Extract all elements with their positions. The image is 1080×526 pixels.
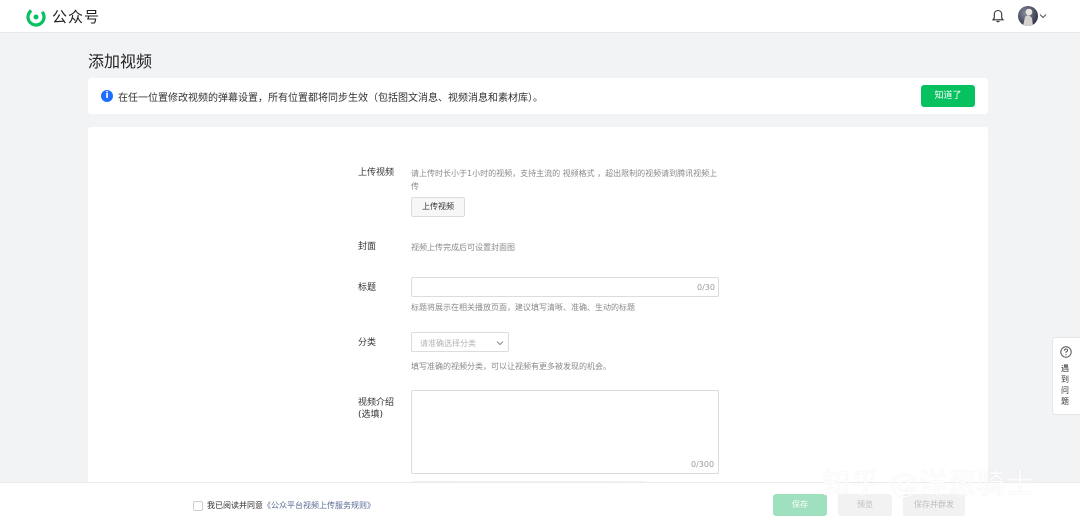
- chevron-down-icon: [496, 341, 504, 346]
- page-title: 添加视频: [88, 52, 153, 71]
- got-it-button[interactable]: 知道了: [921, 85, 975, 107]
- avatar-image: [1023, 8, 1033, 26]
- chevron-down-icon[interactable]: [1039, 12, 1047, 20]
- category-label: 分类: [358, 338, 377, 348]
- upload-video-label: 上传视频: [358, 168, 395, 178]
- agree-text: 我已阅读并同意《公众平台视频上传服务规则》: [207, 500, 375, 511]
- service-rules-link[interactable]: 《公众平台视频上传服务规则》: [263, 501, 375, 510]
- help-text: 遇到问题: [1061, 364, 1069, 406]
- intro-optional-label: (选填): [358, 410, 384, 420]
- app-name: 公众号: [52, 8, 101, 26]
- category-placeholder: 请准确选择分类: [420, 339, 476, 348]
- avatar[interactable]: [1018, 6, 1038, 26]
- notice-text: 在任一位置修改视频的弹幕设置，所有位置都将同步生效（包括图文消息、视频消息和素材…: [118, 93, 543, 104]
- upload-video-desc-line2: 传: [411, 182, 419, 191]
- wechat-official-account-logo-icon: [26, 6, 46, 27]
- intro-counter: 0/300: [691, 460, 715, 469]
- title-hint: 标题将展示在相关播放页面，建议填写清晰、准确、生动的标题: [411, 303, 635, 312]
- title-input[interactable]: 0/30: [411, 277, 719, 297]
- cover-desc: 视频上传完成后可设置封面图: [411, 243, 515, 252]
- agree-prefix: 我已阅读并同意: [207, 501, 263, 510]
- agree-checkbox[interactable]: [193, 501, 203, 511]
- title-counter: 0/30: [697, 283, 715, 292]
- upload-video-desc-line1: 请上传时长小于1小时的视频，支持主流的 视频格式 ，超出限制的视频请到腾讯视频上: [411, 169, 718, 178]
- category-select[interactable]: 请准确选择分类: [411, 332, 509, 352]
- watermark: 知乎 @洋葱骑士: [822, 467, 1035, 500]
- title-label: 标题: [358, 283, 377, 293]
- save-button[interactable]: 保存: [773, 494, 827, 516]
- logo[interactable]: 公众号: [26, 6, 100, 27]
- category-hint: 填写准确的视频分类，可以让视频有更多被发现的机会。: [411, 362, 611, 371]
- cover-label: 封面: [358, 242, 377, 252]
- bell-icon[interactable]: [990, 8, 1006, 24]
- info-icon: i: [101, 90, 113, 102]
- intro-textarea[interactable]: 0/300: [411, 390, 719, 474]
- top-bar: 公众号: [0, 0, 1080, 33]
- notice-banner: i 在任一位置修改视频的弹幕设置，所有位置都将同步生效（包括图文消息、视频消息和…: [88, 78, 988, 114]
- help-side-tab[interactable]: 遇到问题: [1052, 337, 1080, 415]
- question-circle-icon: [1060, 346, 1072, 358]
- upload-video-button[interactable]: 上传视频: [411, 197, 465, 217]
